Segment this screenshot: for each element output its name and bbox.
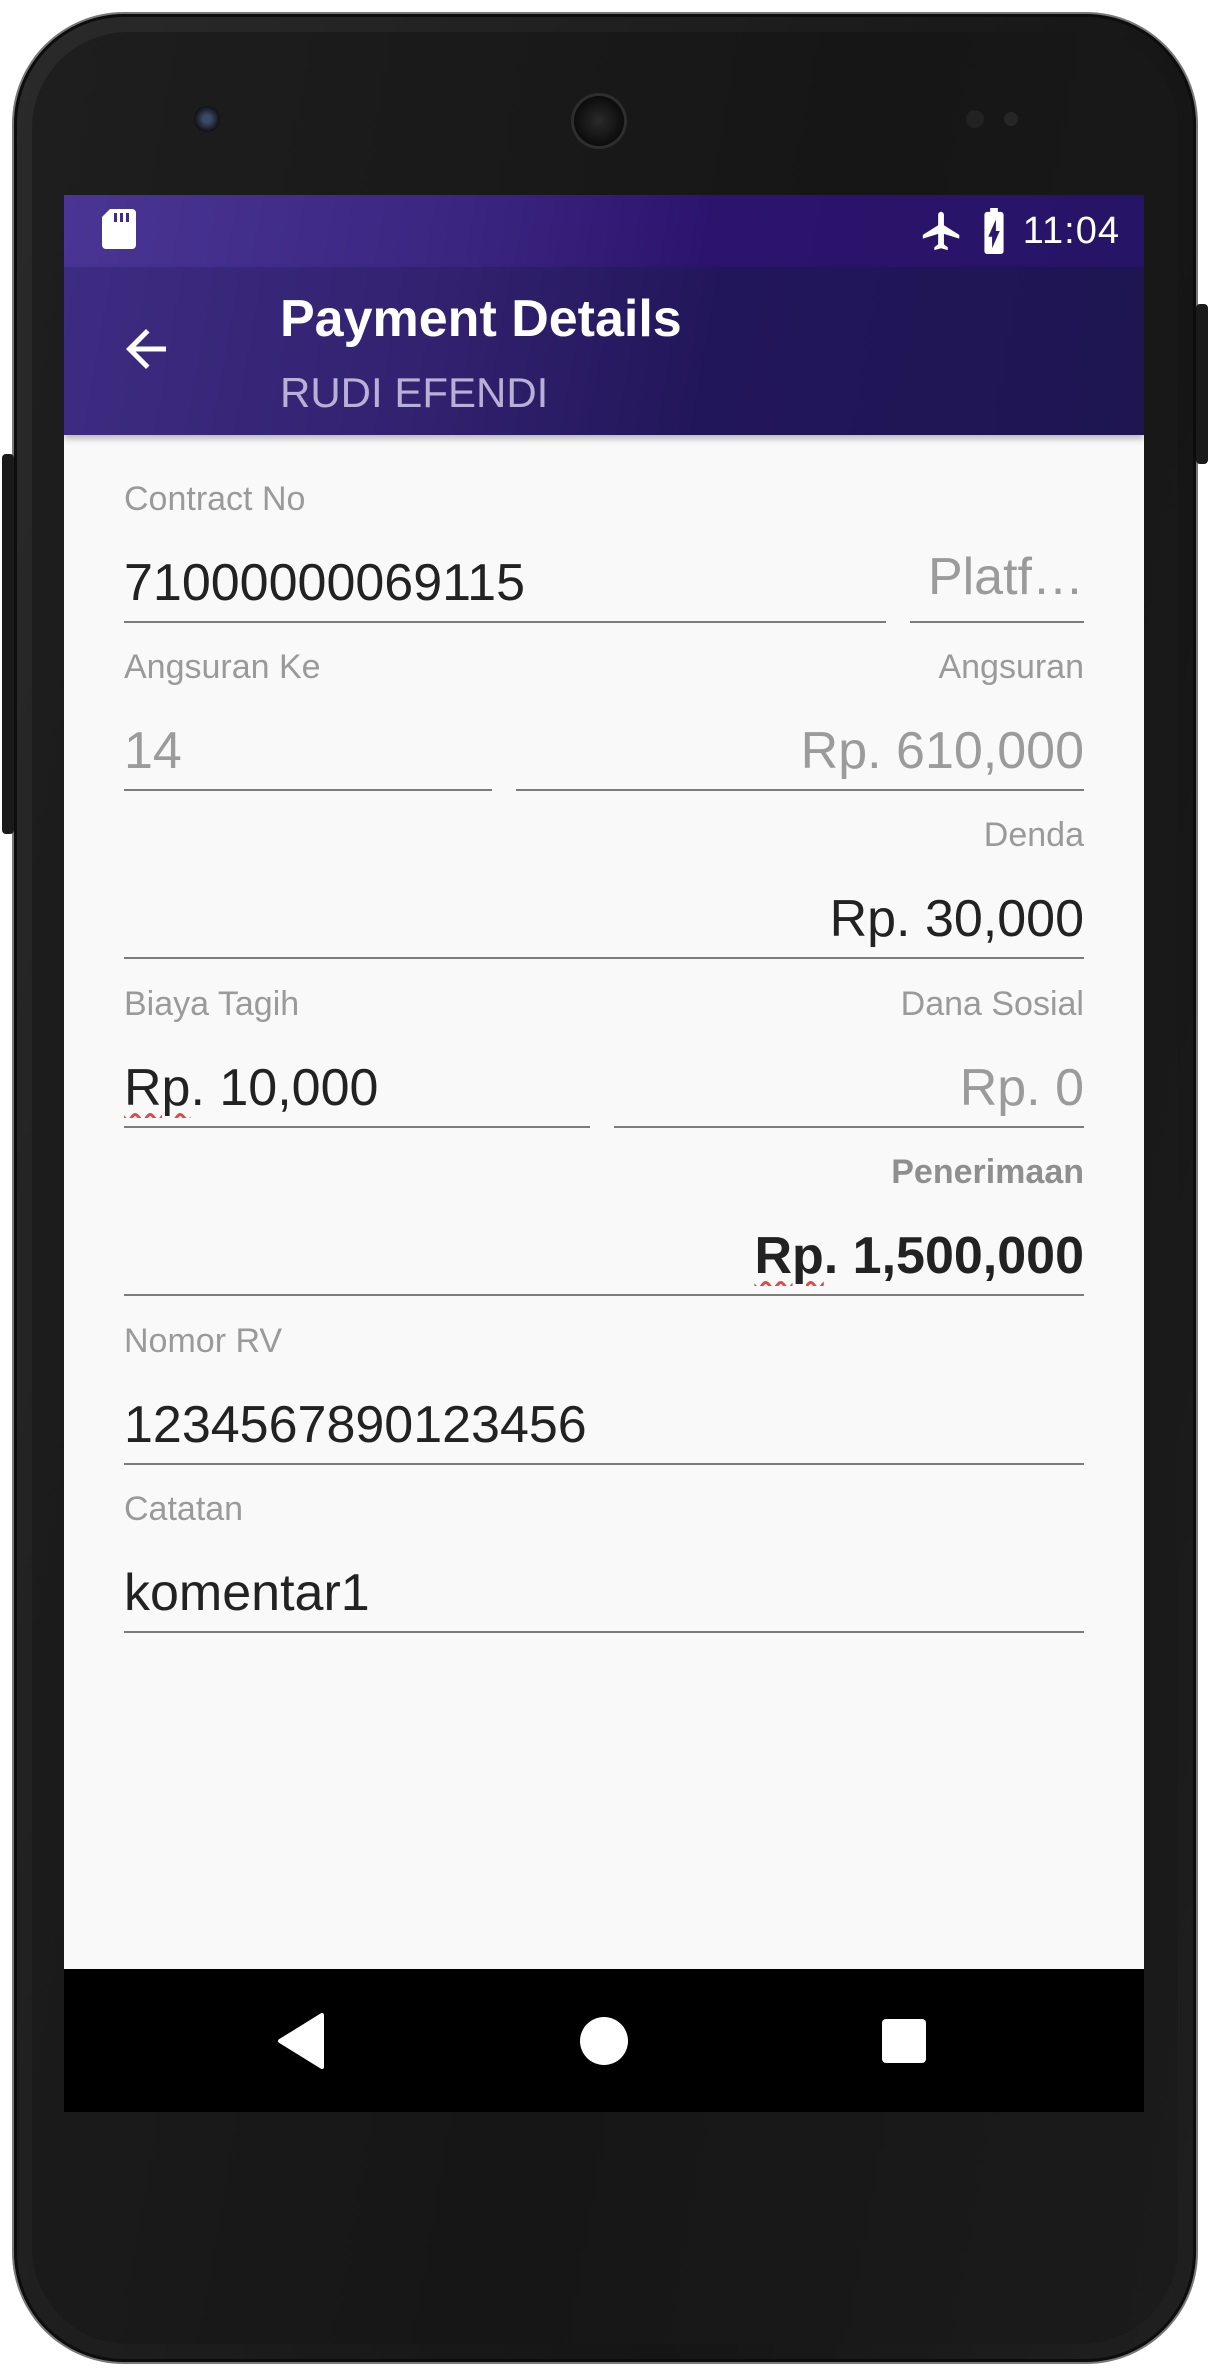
contract-no-value: 71000000069115 xyxy=(124,554,526,612)
denda-label: Denda xyxy=(983,816,1084,854)
biaya-tagih-label: Biaya Tagih xyxy=(124,985,300,1023)
screen: 11:04 Payment Details RUDI EFENDI Contra… xyxy=(64,195,1144,2112)
biaya-tagih-input[interactable]: Rp. 10,000 xyxy=(124,1056,590,1128)
penerimaan-label: Penerimaan xyxy=(891,1153,1084,1191)
platform-placeholder: Platf… xyxy=(927,548,1084,606)
contract-no-input[interactable]: 71000000069115 xyxy=(124,551,886,623)
back-arrow-icon[interactable] xyxy=(116,319,176,379)
proximity-sensor xyxy=(966,110,984,128)
status-bar: 11:04 xyxy=(64,195,1144,267)
volume-button xyxy=(2,454,14,834)
speaker-grille xyxy=(574,96,624,146)
penerimaan-amount: . 1,500,000 xyxy=(823,1227,1084,1285)
page-subtitle: RUDI EFENDI xyxy=(280,369,549,416)
catatan-value: komentar1 xyxy=(124,1564,370,1622)
clock: 11:04 xyxy=(1022,209,1120,252)
penerimaan-value: Rp. 1,500,000 xyxy=(124,1226,1084,1286)
recents-square-icon[interactable] xyxy=(872,2009,936,2073)
nomor-rv-input[interactable]: 1234567890123456 xyxy=(124,1393,1084,1465)
angsuran-ke-label: Angsuran Ke xyxy=(124,648,321,686)
front-camera xyxy=(194,106,220,132)
nomor-rv-label: Nomor RV xyxy=(124,1322,283,1360)
sd-card-icon xyxy=(102,209,136,249)
angsuran-ke-input[interactable]: 14 xyxy=(124,719,492,791)
page-title: Payment Details xyxy=(280,290,682,348)
catatan-label: Catatan xyxy=(124,1490,244,1528)
penerimaan-input[interactable]: Rp. 1,500,000 xyxy=(124,1224,1084,1296)
contract-no-label: Contract No xyxy=(124,480,306,518)
airplane-mode-icon xyxy=(922,211,959,251)
dana-sosial-label: Dana Sosial xyxy=(900,985,1084,1023)
catatan-input[interactable]: komentar1 xyxy=(124,1561,1084,1633)
denda-value: Rp. 30,000 xyxy=(829,890,1084,948)
angsuran-label: Angsuran xyxy=(938,648,1084,686)
angsuran-input[interactable]: Rp. 610,000 xyxy=(516,719,1084,791)
penerimaan-prefix: Rp xyxy=(754,1227,824,1285)
angsuran-ke-value: 14 xyxy=(124,722,182,780)
dana-sosial-value: Rp. 0 xyxy=(959,1059,1084,1117)
biaya-tagih-value: Rp. 10,000 xyxy=(124,1058,590,1118)
status-icons: 11:04 xyxy=(919,205,1120,257)
angsuran-value: Rp. 610,000 xyxy=(800,722,1084,780)
platform-input[interactable]: Platf… xyxy=(910,548,1084,623)
dana-sosial-input[interactable]: Rp. 0 xyxy=(614,1056,1084,1128)
app-bar: Payment Details RUDI EFENDI xyxy=(64,267,1144,435)
nomor-rv-value: 1234567890123456 xyxy=(124,1396,587,1454)
navigation-bar xyxy=(64,1969,1144,2112)
home-circle-icon[interactable] xyxy=(572,2009,636,2073)
denda-input[interactable]: Rp. 30,000 xyxy=(124,887,1084,959)
biaya-tagih-prefix: Rp xyxy=(124,1059,191,1117)
battery-charging-icon xyxy=(984,208,1004,254)
back-triangle-icon[interactable] xyxy=(272,2009,336,2073)
biaya-tagih-amount: . 10,000 xyxy=(190,1059,379,1117)
power-button xyxy=(1196,304,1208,464)
light-sensor xyxy=(1004,112,1018,126)
